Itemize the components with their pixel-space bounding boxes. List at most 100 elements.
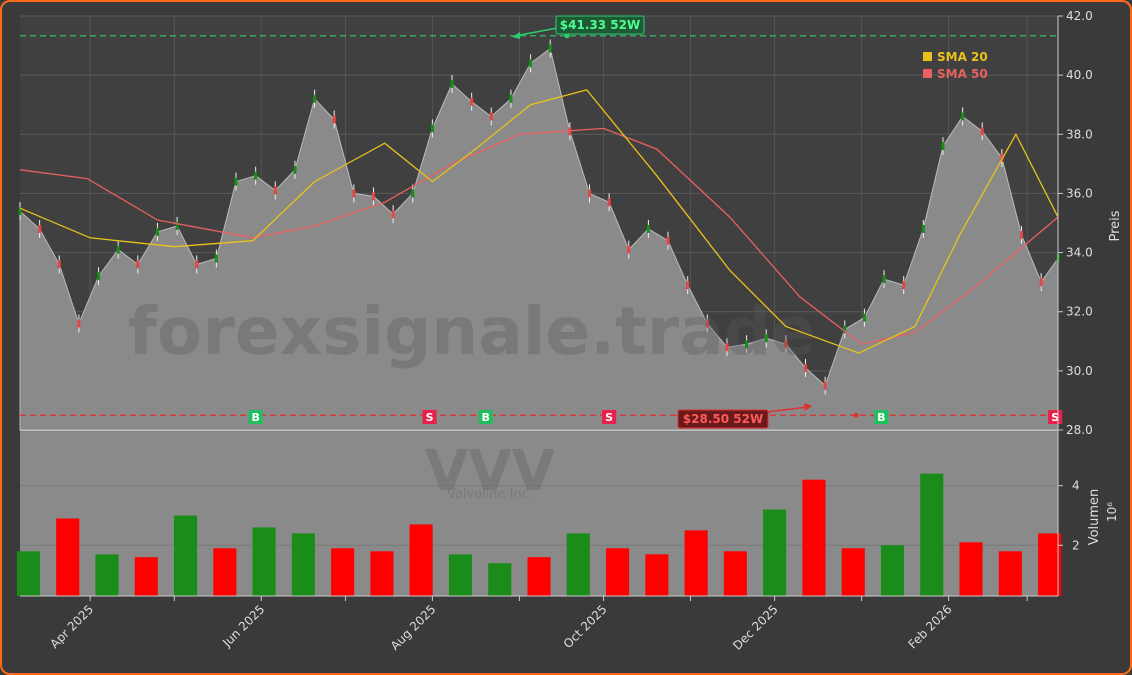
price-tick-label: 36.0 [1066,186,1093,200]
candle-body [313,94,317,103]
signal-label: B [877,411,885,424]
time-tick-label: Jun 2025 [219,602,267,650]
volume-bar [16,551,40,596]
price-tick-label: 38.0 [1066,127,1093,141]
volume-bar [566,533,590,596]
stock-chart: forexsignale.trade VVV Valvoline Inc. BS… [16,9,1123,653]
candle-body [980,127,984,136]
candle-body [273,186,277,195]
legend-swatch-sma20 [923,52,932,61]
price-tick-label: 34.0 [1066,246,1093,260]
price-tick-label: 42.0 [1066,9,1093,23]
volume-bar [684,530,708,596]
volume-bar [331,548,355,596]
candle-body [391,210,395,219]
signal-label: S [426,411,434,424]
legend-swatch-sma50 [923,69,932,78]
price-tick-label: 30.0 [1066,364,1093,378]
candle-body [607,198,611,207]
signal-label: S [605,411,613,424]
volume-axis-unit: 10⁶ [1105,502,1119,522]
volume-bar [213,548,237,596]
candle-body [214,254,218,263]
volume-bar [56,518,80,596]
price-axis-label: Preis [1108,210,1123,241]
candle-body [430,124,434,133]
candle-body [116,245,120,254]
candle-body [666,236,670,245]
volume-bar [920,473,944,596]
price-tick-label: 32.0 [1066,305,1093,319]
price-tick-label: 40.0 [1066,68,1093,82]
logo-subtitle: Valvoline Inc. [447,487,533,502]
time-tick-label: Feb 2026 [905,602,954,651]
legend-label-sma50: SMA 50 [937,67,988,81]
volume-tick-label: 4 [1072,479,1080,493]
candle-body [548,44,552,53]
legend-label-sma20: SMA 20 [937,50,988,64]
candle-body [155,227,159,236]
chart-frame: forexsignale.trade VVV Valvoline Inc. BS… [0,0,1132,675]
volume-bar [488,563,512,596]
candle-body [627,245,631,254]
candle-body [823,381,827,390]
candle-body [1039,278,1043,287]
candle-body [686,281,690,290]
volume-bar [174,515,198,596]
candle-body [902,281,906,290]
volume-bar [802,479,826,596]
candle-body [371,192,375,201]
volume-bar [645,554,669,596]
time-tick-label: Dec 2025 [730,602,781,653]
candle-body [1020,230,1024,239]
candle-body [450,80,454,89]
volume-bar [95,554,119,596]
candle-body [254,171,258,180]
volume-bar [448,554,472,596]
candle-body [862,313,866,322]
candle-body [529,59,533,68]
candle-body [38,224,42,233]
volume-bar [841,548,865,596]
watermark: forexsignale.trade [128,293,816,370]
candle-body [470,97,474,106]
candle-body [489,112,493,121]
candle-body [332,115,336,124]
signal-label: B [482,411,490,424]
volume-axis-label: Volumen [1087,489,1102,546]
high-label: $41.33 52W [560,18,640,32]
volume-bar [252,527,276,596]
volume-bar [370,551,394,596]
candle-body [57,260,61,269]
candle-body [509,94,513,103]
volume-bar [998,551,1022,596]
candle-body [882,275,886,284]
volume-tick-label: 2 [1072,538,1080,552]
volume-bar [291,533,315,596]
time-tick-label: Aug 2025 [388,602,439,653]
low-point [853,412,859,418]
candle-body [97,272,101,281]
volume-bar [527,557,551,596]
time-tick-label: Apr 2025 [47,602,96,651]
volume-bar [606,548,630,596]
candle-body [646,224,650,233]
candle-body [411,189,415,198]
volume-bar [723,551,747,596]
candle-body [961,112,965,121]
signal-label: B [251,411,259,424]
volume-bar [763,509,787,596]
candle-body [234,177,238,186]
candle-body [195,260,199,269]
candle-body [587,189,591,198]
volume-bar [959,542,983,596]
candle-body [293,165,297,174]
candle-body [941,142,945,151]
volume-bar [134,557,158,596]
price-tick-label: 28.0 [1066,423,1093,437]
volume-bar [409,524,433,596]
candle-body [352,189,356,198]
volume-bar [880,545,904,596]
candle-body [77,319,81,328]
low-label: $28.50 52W [683,412,763,426]
